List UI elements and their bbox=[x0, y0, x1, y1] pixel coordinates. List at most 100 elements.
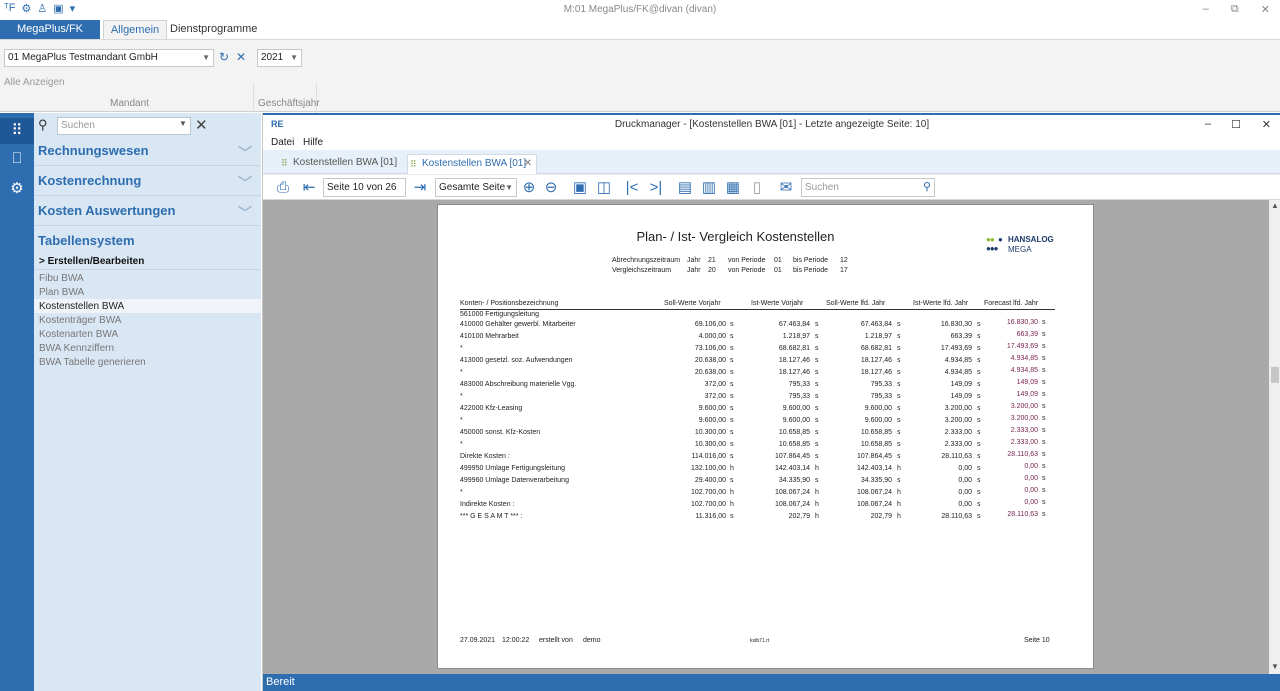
row-value: 10.300,00 bbox=[694, 429, 726, 436]
mail-icon[interactable]: ✉ bbox=[775, 178, 797, 197]
nav-section-kostenrechnung[interactable]: Kostenrechnung ﹀ bbox=[38, 173, 258, 191]
column-header: Konten- / Positionsbezeichnung bbox=[460, 300, 559, 307]
row-value: 17.493,69 bbox=[940, 345, 972, 352]
export-pdf-icon[interactable]: ▦ bbox=[723, 178, 743, 197]
tab-document-2[interactable]: ⠿ Kostenstellen BWA [01] ✕ bbox=[407, 154, 537, 174]
row-unit: s bbox=[815, 381, 819, 388]
row-value: 9.600,00 bbox=[864, 417, 892, 424]
close-icon[interactable]: ✕ bbox=[1262, 118, 1271, 131]
nav-item-fibu-bwa[interactable]: Fibu BWA bbox=[39, 273, 84, 284]
chevron-down-icon: ﹀ bbox=[238, 205, 252, 221]
nav-item-kostentraeger-bwa[interactable]: Kostenträger BWA bbox=[39, 315, 121, 326]
row-unit: s bbox=[730, 453, 734, 460]
single-page-icon[interactable]: ▣ bbox=[569, 178, 591, 197]
column-header: Ist-Werte lfd. Jahr bbox=[913, 300, 969, 307]
row-unit: s bbox=[815, 321, 819, 328]
nav-item-bwa-kennziffern[interactable]: BWA Kennziffern bbox=[39, 343, 114, 354]
zoom-in-icon[interactable]: ⊕ bbox=[519, 178, 539, 197]
app-menu-tab[interactable]: MegaPlus/FK bbox=[0, 20, 100, 39]
row-unit: s bbox=[1042, 511, 1046, 518]
search-input[interactable]: Suchen bbox=[57, 117, 191, 135]
row-label: Direkte Kosten : bbox=[460, 453, 510, 460]
last-page-icon[interactable]: >| bbox=[647, 178, 665, 197]
vertical-scrollbar[interactable]: ▲ ▼ bbox=[1269, 200, 1280, 674]
ribbon-tab-row: MegaPlus/FK Allgemein Dienstprogramme bbox=[0, 20, 1280, 39]
nav-item-plan-bwa[interactable]: Plan BWA bbox=[39, 287, 84, 298]
minimize-icon[interactable]: – bbox=[1203, 3, 1209, 16]
divider bbox=[34, 225, 261, 226]
row-unit: h bbox=[730, 501, 734, 508]
row-unit: s bbox=[977, 441, 981, 448]
row-unit: s bbox=[977, 489, 981, 496]
export-excel-icon[interactable]: ▤ bbox=[675, 178, 695, 197]
divider bbox=[34, 165, 261, 166]
row-value: 9.600,00 bbox=[864, 405, 892, 412]
divider bbox=[34, 269, 261, 270]
alle-anzeigen-button[interactable]: Alle Anzeigen bbox=[4, 75, 66, 91]
menu-hilfe[interactable]: Hilfe bbox=[303, 137, 323, 148]
two-page-icon[interactable]: ◫ bbox=[593, 178, 615, 197]
restore-icon[interactable]: ⧉ bbox=[1231, 3, 1239, 16]
bookmark-icon[interactable]: ⎕ bbox=[0, 146, 34, 172]
row-value: 4.934,85 bbox=[944, 357, 972, 364]
row-value: 0,00 bbox=[1024, 499, 1038, 506]
row-unit: s bbox=[1042, 379, 1046, 386]
first-page-icon[interactable]: |< bbox=[623, 178, 641, 197]
druckmanager-title: Druckmanager - [Kostenstellen BWA [01] -… bbox=[614, 119, 930, 130]
close-tab-icon[interactable]: ✕ bbox=[524, 155, 532, 173]
tab-allgemein[interactable]: Allgemein bbox=[103, 20, 167, 39]
row-value: 102.700,00 bbox=[690, 489, 726, 496]
chevron-down-icon[interactable]: ▼ bbox=[179, 119, 187, 128]
row-unit: s bbox=[1042, 391, 1046, 398]
tab-dienstprogramme[interactable]: Dienstprogramme bbox=[170, 20, 257, 39]
row-value: 0,00 bbox=[958, 489, 972, 496]
export-file-icon[interactable]: ▥ bbox=[699, 178, 719, 197]
row-unit: s bbox=[977, 369, 981, 376]
row-value: 67.463,84 bbox=[778, 321, 810, 328]
row-unit: s bbox=[977, 381, 981, 388]
nav-subheader[interactable]: > Erstellen/Bearbeiten bbox=[39, 256, 144, 267]
nav-item-kostenstellen-bwa[interactable]: Kostenstellen BWA bbox=[39, 301, 124, 312]
scrollbar-thumb[interactable] bbox=[1271, 367, 1279, 383]
next-page-icon[interactable]: ⇥ bbox=[408, 178, 432, 197]
gear-icon[interactable]: ⚙ bbox=[0, 176, 34, 202]
period1-jahr: 21 bbox=[708, 257, 716, 264]
scroll-up-icon[interactable]: ▲ bbox=[1271, 201, 1279, 210]
nav-section-kosten-auswertungen[interactable]: Kosten Auswertungen ﹀ bbox=[38, 203, 258, 221]
mandant-select[interactable]: 01 MegaPlus Testmandant GmbH ▼ bbox=[4, 49, 214, 67]
row-label: 410100 Mehrarbeit bbox=[460, 333, 519, 340]
year-select[interactable]: 2021 ▼ bbox=[257, 49, 302, 67]
close-icon[interactable]: ✕ bbox=[195, 116, 208, 134]
close-icon[interactable]: ✕ bbox=[1261, 3, 1270, 16]
nav-section-tabellensystem[interactable]: Tabellensystem bbox=[38, 233, 258, 248]
page-field[interactable]: Seite 10 von 26 bbox=[323, 178, 406, 197]
row-value: 2.333,00 bbox=[944, 441, 972, 448]
toolbar-search-input[interactable]: Suchen ⚲ bbox=[801, 178, 935, 197]
tab-document-1[interactable]: ⠿ Kostenstellen BWA [01] bbox=[279, 154, 399, 174]
menu-datei[interactable]: Datei bbox=[271, 137, 294, 148]
logo-text-hansalog: HANSALOG bbox=[1008, 235, 1054, 244]
row-unit: s bbox=[730, 393, 734, 400]
section-label: Rechnungswesen bbox=[38, 143, 149, 158]
document-icon[interactable]: ▯ bbox=[747, 178, 767, 197]
row-unit: s bbox=[977, 417, 981, 424]
print-icon[interactable]: ⎙ bbox=[271, 178, 295, 197]
zoom-select[interactable]: Gesamte Seite ▼ bbox=[435, 178, 517, 197]
zoom-out-icon[interactable]: ⊖ bbox=[541, 178, 561, 197]
scroll-down-icon[interactable]: ▼ bbox=[1271, 662, 1279, 671]
row-unit: h bbox=[815, 465, 819, 472]
row-unit: s bbox=[977, 453, 981, 460]
minimize-icon[interactable]: – bbox=[1205, 118, 1211, 130]
nav-section-rechnungswesen[interactable]: Rechnungswesen ﹀ bbox=[38, 143, 258, 161]
nav-item-bwa-tabelle-generieren[interactable]: BWA Tabelle generieren bbox=[39, 357, 146, 368]
period1-bis: 12 bbox=[840, 257, 848, 264]
prev-page-icon[interactable]: ⇤ bbox=[297, 178, 321, 197]
maximize-icon[interactable]: ☐ bbox=[1231, 118, 1241, 131]
refresh-icon[interactable]: ↻ bbox=[219, 50, 229, 64]
clear-icon[interactable]: ✕ bbox=[236, 50, 246, 64]
row-unit: s bbox=[977, 333, 981, 340]
apps-icon[interactable]: ⠿ bbox=[0, 118, 34, 144]
nav-item-kostenarten-bwa[interactable]: Kostenarten BWA bbox=[39, 329, 118, 340]
row-value: 0,00 bbox=[1024, 487, 1038, 494]
row-value: 17.493,69 bbox=[1006, 343, 1038, 350]
